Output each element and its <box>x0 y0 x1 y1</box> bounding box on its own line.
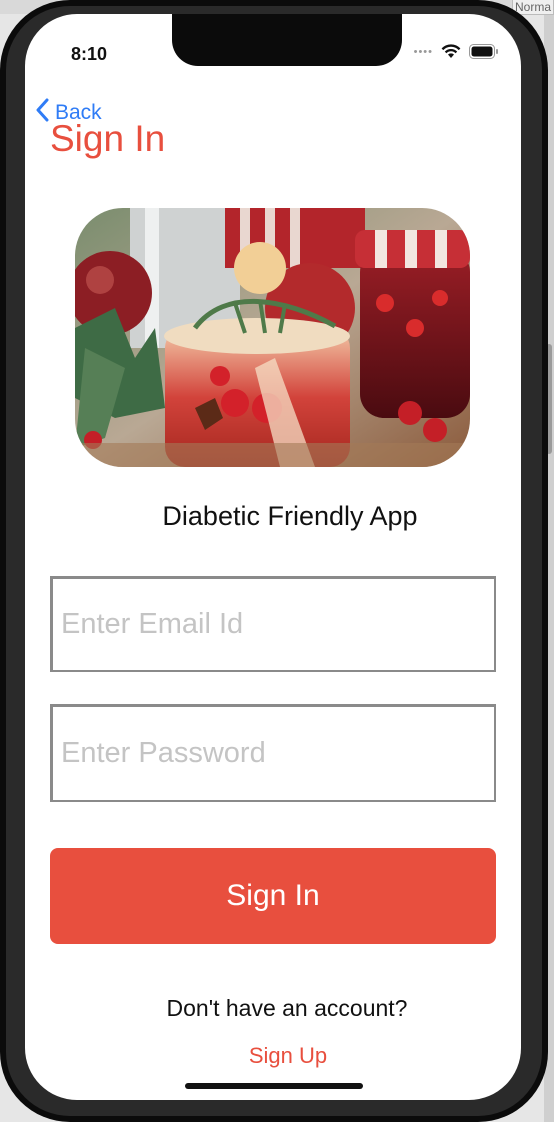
sign-in-button[interactable]: Sign In <box>50 848 496 944</box>
wifi-icon <box>441 44 461 59</box>
phone-frame: 8:10 •••• Back Sign In Diabetic Friendly… <box>0 0 548 1122</box>
password-field[interactable] <box>50 704 496 802</box>
chevron-left-icon <box>35 98 49 128</box>
app-name: Diabetic Friendly App <box>162 501 418 531</box>
password-input[interactable] <box>53 707 494 800</box>
phone-screen: 8:10 •••• Back Sign In Diabetic Friendly… <box>25 14 521 1100</box>
battery-icon <box>469 44 499 59</box>
email-field[interactable] <box>50 576 496 672</box>
hero-image <box>75 208 470 467</box>
sign-up-link[interactable]: Sign Up <box>25 1043 521 1069</box>
status-time: 8:10 <box>71 44 108 64</box>
email-input[interactable] <box>53 579 494 670</box>
no-account-prompt: Don't have an account? <box>166 995 408 1021</box>
home-indicator[interactable] <box>185 1083 363 1089</box>
status-icons: •••• <box>414 44 499 59</box>
notch <box>172 14 402 66</box>
signal-dots-icon: •••• <box>413 45 433 58</box>
page-title: Sign In <box>50 118 166 159</box>
